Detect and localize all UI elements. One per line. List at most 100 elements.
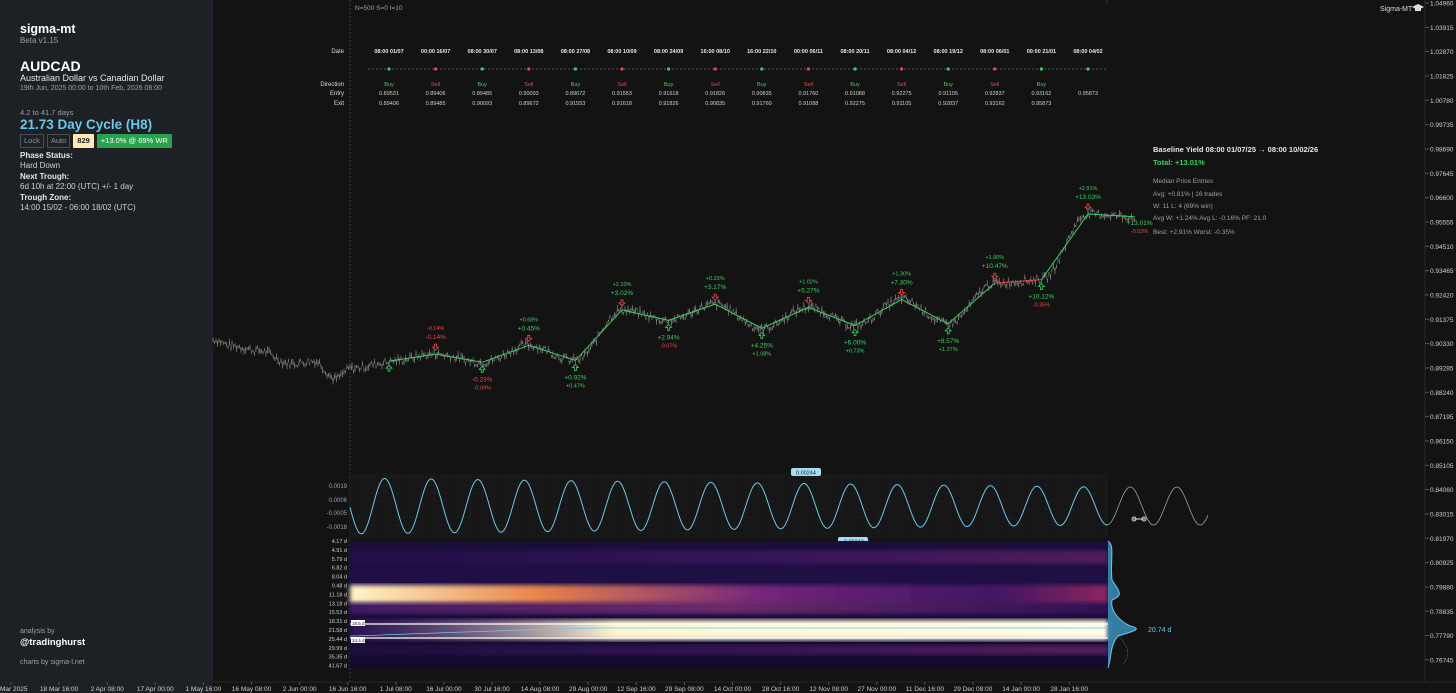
- price-tick-label: 0.91375: [1430, 317, 1454, 324]
- price-tick-label: 0.76745: [1430, 657, 1454, 664]
- price-tick-label: 0.89285: [1430, 365, 1454, 372]
- trade-date: 08:00 04/02: [1073, 49, 1102, 55]
- time-axis: 4 Mar 2025 18 Mar 16:00 2 Apr 08:00 17 Apr …: [0, 682, 1088, 693]
- brand-label: Sigma-MT: [1380, 6, 1413, 13]
- trade-pct-label: +10.47%: [982, 263, 1008, 270]
- trade-direction: Sell: [990, 82, 999, 88]
- time-tick-label: 14 Jan 00:00: [1002, 686, 1040, 693]
- chart-area[interactable]: N=500 S=0 I=10 Sigma-MT Date Direction E…: [0, 0, 1456, 693]
- oscillator-peak-badge: 0.00244: [791, 468, 821, 477]
- trade-entry: 0.90835: [752, 91, 772, 97]
- trade-pct-label: +3.02%: [611, 290, 633, 297]
- summary-total: Total: +13.01%: [1153, 158, 1205, 167]
- price-line: [212, 209, 1135, 383]
- trade-exit: 0.89406: [379, 101, 399, 107]
- trade-exit: 0.89672: [519, 101, 539, 107]
- trade-dot: [667, 67, 671, 71]
- buy-arrow-icon: [664, 323, 673, 331]
- trade-pct-label: +0.45%: [518, 325, 540, 332]
- band-high-label: 24.4 d: [352, 638, 365, 643]
- time-tick-label: 28 Jan 16:00: [1050, 686, 1088, 693]
- trade-pct-label: +6.00%: [844, 340, 866, 347]
- price-tick-label: 0.84060: [1430, 487, 1454, 494]
- trade-sub-label: +0.68%: [519, 317, 538, 323]
- trade-exit: 0.91553: [565, 101, 585, 107]
- trade-exit: 0.89485: [426, 101, 446, 107]
- sell-arrow-icon: [431, 343, 440, 351]
- trade-sub-label: +1.30%: [892, 271, 911, 277]
- trade-entry: 0.93162: [1031, 91, 1051, 97]
- equity-segment: [528, 344, 576, 361]
- trade-pct-label: +13.01%: [1127, 220, 1153, 227]
- time-tick-label: 18 Mar 16:00: [40, 686, 79, 693]
- time-tick-label: 14 Aug 08:00: [521, 686, 560, 693]
- trade-dot: [573, 67, 578, 71]
- trade-direction: Sell: [431, 82, 440, 88]
- price-tick-label: 0.86150: [1430, 438, 1454, 445]
- trade-direction: Sell: [897, 82, 906, 88]
- spectrum-axis: 4.17 d 4.91 d 5.79 d 6.82 d 8.04 d 9.48 d 11.1…: [329, 539, 347, 670]
- spectrum-profile-tail: [1117, 635, 1129, 666]
- time-tick-label: 1 Jul 08:00: [380, 686, 412, 693]
- time-tick-label: 11 Dec 16:00: [906, 686, 945, 693]
- spectrum-band-5d: [350, 550, 1108, 564]
- equity-segment: [901, 298, 949, 325]
- spectrum-tick-label: 18.31 d: [329, 619, 347, 625]
- spectrum-tick-label: 13.18 d: [329, 601, 347, 607]
- trade-dot: [387, 67, 391, 71]
- oscillator-panel: 0.0019 0.0006 -0.0005 -0.0018 0.00244 -0.00…: [327, 468, 1209, 546]
- oscillator-peak-label: 0.00244: [796, 471, 816, 477]
- trade-date: 16:00 22/10: [747, 49, 776, 55]
- time-tick-label: 29 Sep 08:00: [665, 686, 704, 693]
- trade-sub-label: +1.27%: [939, 347, 958, 353]
- trade-direction: Buy: [477, 82, 487, 88]
- price-tick-label: 0.85105: [1430, 463, 1454, 470]
- trade-sub-label: -0.14%: [427, 326, 445, 332]
- trade-date: 08:00 10/09: [607, 49, 636, 55]
- trade-dot: [713, 67, 717, 71]
- spectrum-tick-label: 25.44 d: [329, 637, 347, 643]
- equity-line: [388, 213, 1135, 363]
- oscillator-tick-label: -0.0018: [327, 525, 348, 531]
- trade-entry: 0.91760: [798, 91, 818, 97]
- price-tick-label: 0.94510: [1430, 244, 1454, 251]
- trade-direction: Sell: [524, 82, 533, 88]
- price-tick-label: 0.78835: [1430, 609, 1454, 616]
- trade-pct-label: +7.30%: [890, 279, 912, 286]
- trade-direction: Buy: [850, 82, 860, 88]
- equity-segment: [668, 303, 716, 321]
- spectrum-tick-label: 15.53 d: [329, 610, 347, 616]
- trade-date: 08:00 04/12: [887, 49, 916, 55]
- price-tick-label: 0.87195: [1430, 414, 1454, 421]
- time-tick-label: 1 May 16:00: [186, 686, 222, 693]
- equity-segment: [808, 306, 856, 326]
- spectrum-tick-label: 4.17 d: [332, 539, 347, 545]
- trade-entry: 0.91088: [845, 91, 865, 97]
- time-tick-label: 2 Jun 00:00: [283, 686, 317, 693]
- trade-direction: Buy: [571, 82, 581, 88]
- trade-entry: 0.89531: [379, 91, 399, 97]
- oscillator-tick-label: 0.0019: [329, 484, 348, 490]
- trade-dot: [760, 67, 764, 71]
- time-tick-label: 14 Oct 00:00: [714, 686, 752, 693]
- trade-pct-label: -0.23%: [472, 376, 493, 383]
- price-tick-label: 0.99735: [1430, 122, 1454, 129]
- trade-dot: [1039, 67, 1043, 71]
- trade-direction: Buy: [384, 82, 394, 88]
- trade-exit: 0.95873: [1031, 101, 1051, 107]
- trade-dot: [527, 67, 531, 71]
- price-tick-label: 0.79880: [1430, 584, 1454, 591]
- time-tick-label: 4 Mar 2025: [0, 686, 28, 693]
- equity-segment: [854, 299, 902, 326]
- trade-pct-label: +2.94%: [657, 334, 679, 341]
- trade-pct-label: +4.25%: [751, 342, 773, 349]
- projection-handle-icon[interactable]: [1131, 516, 1147, 522]
- price-tick-label: 0.93465: [1430, 268, 1454, 275]
- trade-dot: [946, 67, 950, 71]
- trade-pct-label: -0.14%: [425, 334, 446, 341]
- trade-entry: 0.89672: [565, 91, 585, 97]
- equity-segment: [1040, 213, 1089, 280]
- summary-subtitle: Median Price Entries: [1153, 178, 1214, 185]
- price-tick-label: 1.04960: [1430, 1, 1454, 8]
- trade-pct-label: +5.27%: [797, 287, 819, 294]
